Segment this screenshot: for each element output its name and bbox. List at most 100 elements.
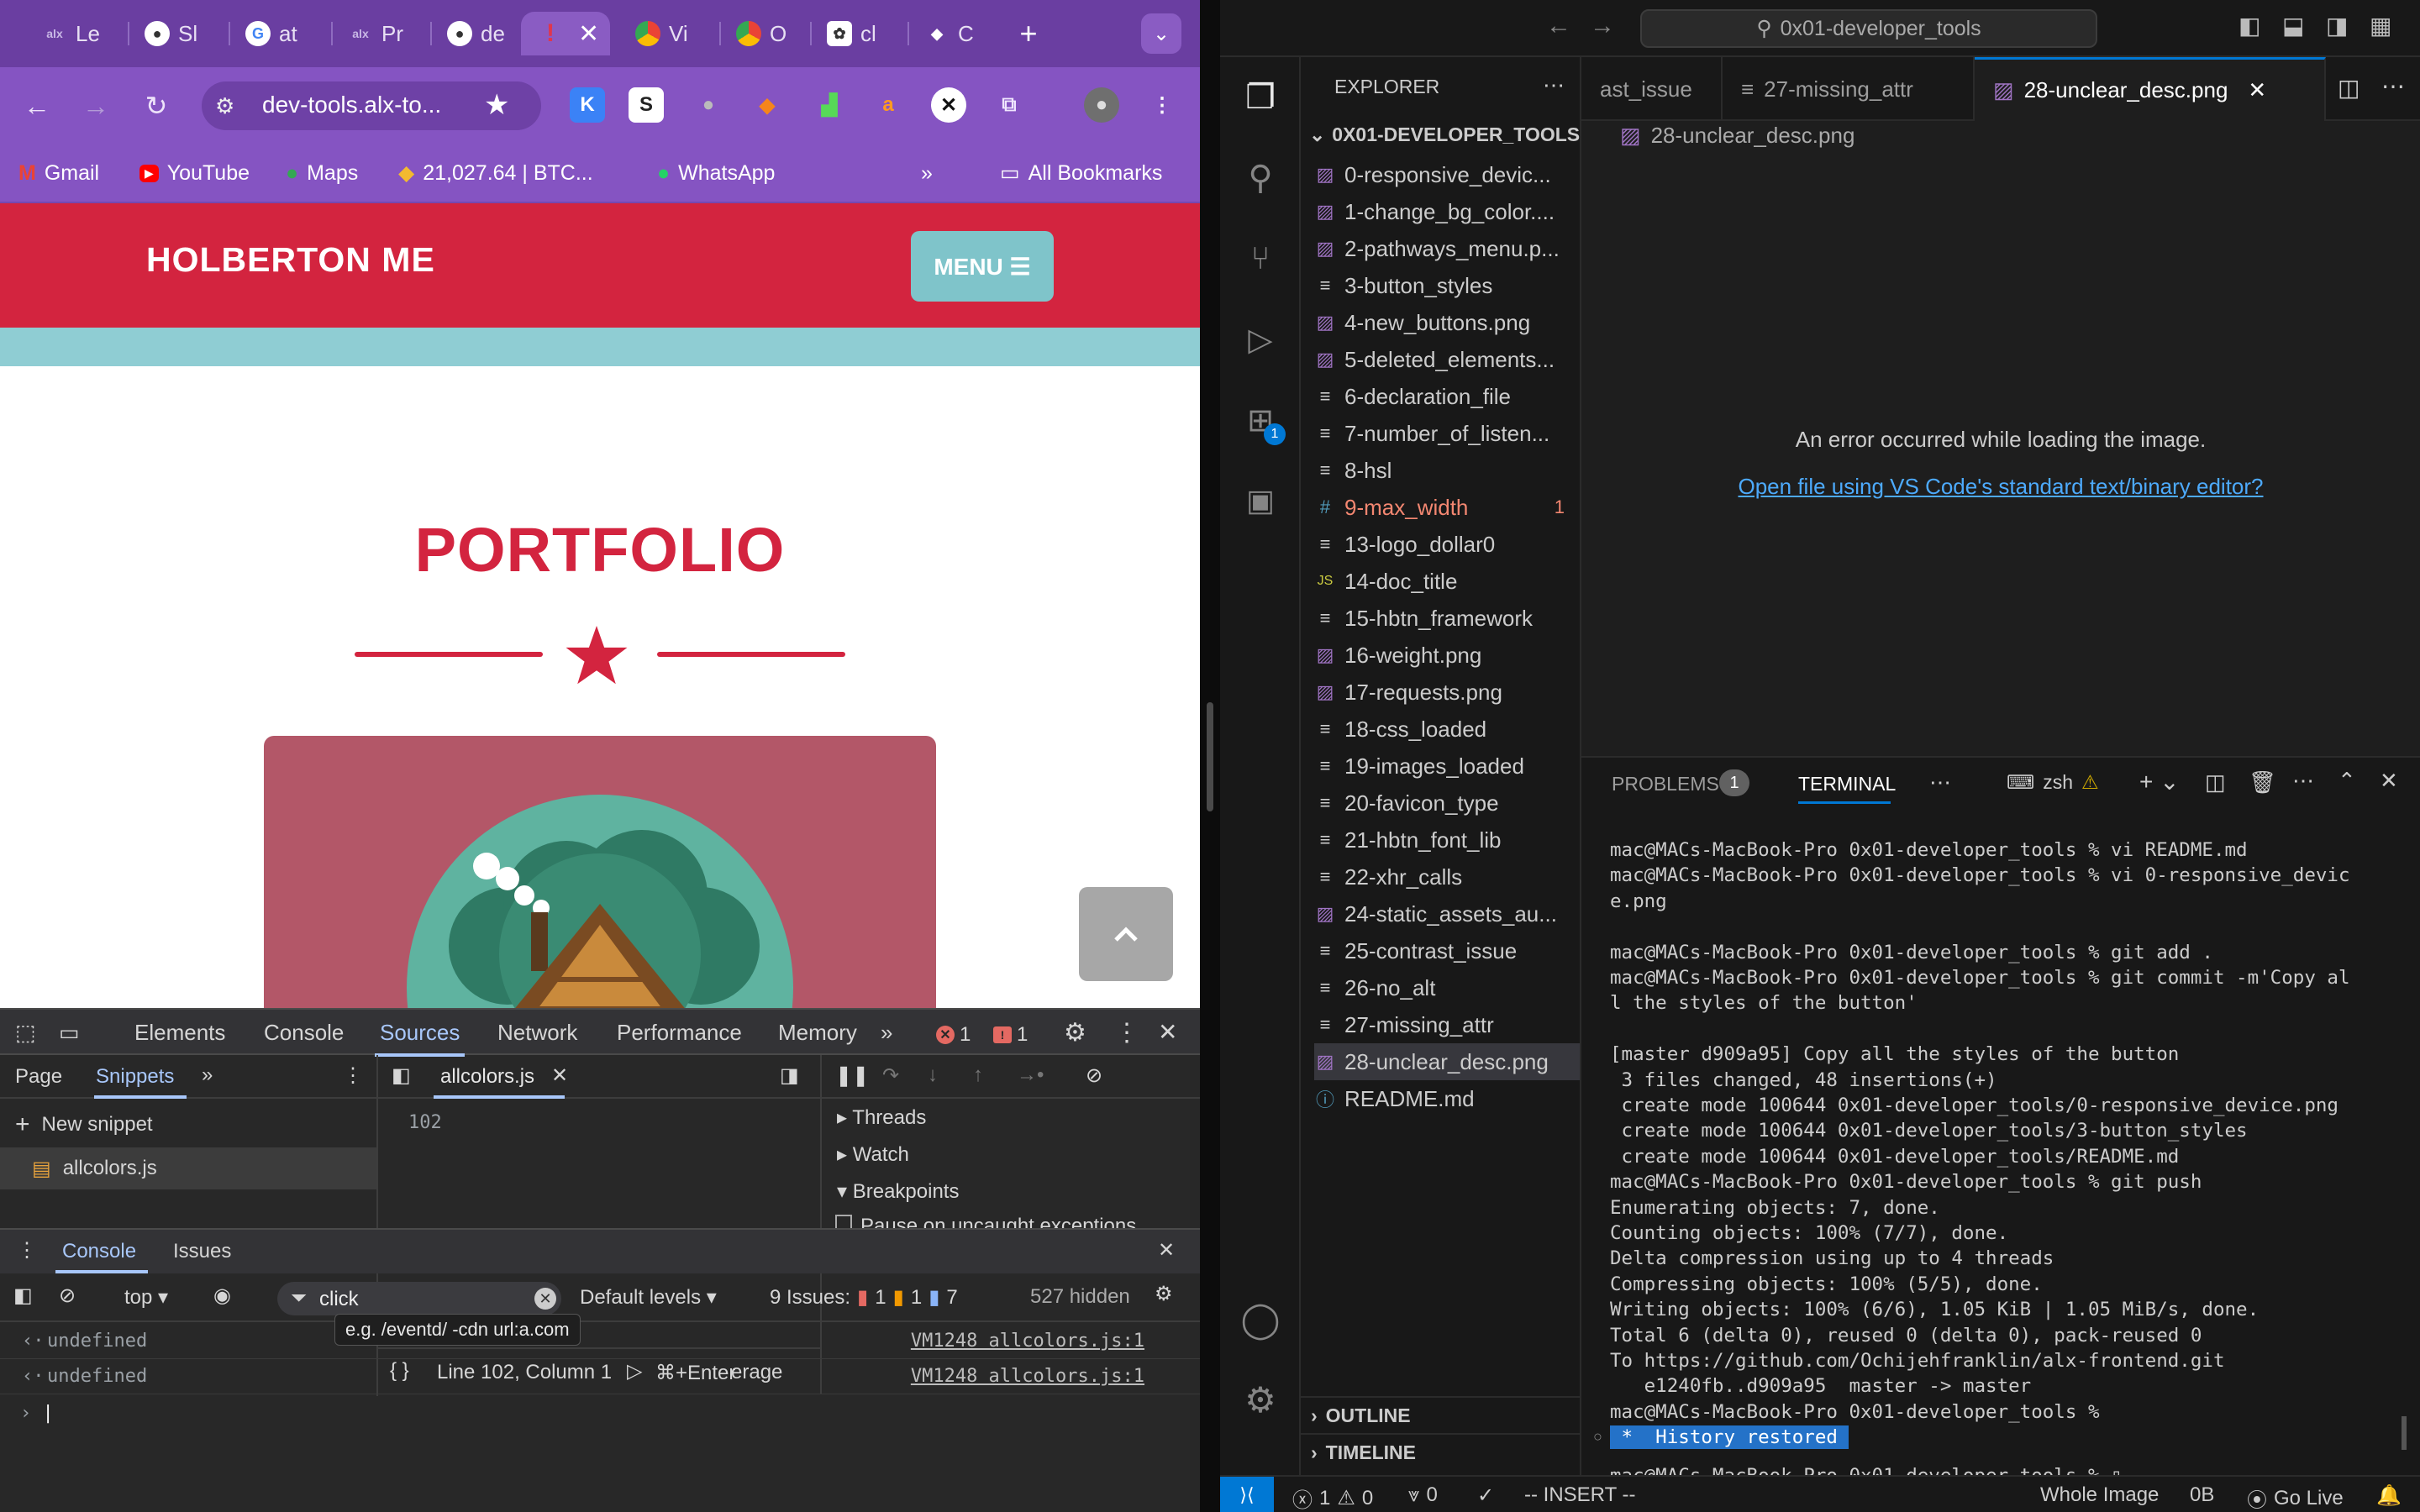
portfolio-card[interactable] [264,736,936,1008]
issue-badge[interactable]: ! 1 [993,1023,1028,1047]
more-actions-icon[interactable]: ⋯ [1543,72,1565,98]
file-item[interactable]: ≡ 19-images_loaded [1314,748,1580,785]
new-tab-icon[interactable]: + [1008,13,1049,54]
more-actions-icon[interactable]: ⋯ [2381,72,2405,100]
sidebar-toggle-icon[interactable]: ◧ [13,1284,33,1308]
menu-button[interactable]: MENU ☰ [911,231,1054,302]
browser-tab[interactable]: ◆ C [908,12,1000,55]
file-item[interactable]: ≡ 18-css_loaded [1314,711,1580,748]
step-over-icon[interactable]: ↷ [882,1063,899,1088]
split-editor-icon[interactable]: ◫ [2338,74,2360,102]
browser-tab[interactable]: ✿ cl [810,12,902,55]
kill-terminal-trash-icon[interactable]: 🗑 [2249,769,2276,795]
checkbox[interactable] [835,1215,852,1228]
tab-problems[interactable]: PROBLEMS [1612,773,1719,795]
file-item[interactable]: ≡ 26-no_alt [1314,969,1580,1006]
clear-filter-icon[interactable]: ✕ [534,1288,556,1310]
file-item[interactable]: ⓘ README.md [1314,1080,1580,1117]
more-bookmarks-icon[interactable]: » [921,157,933,189]
tab-console[interactable]: Console [264,1020,344,1046]
bookmark-whatsapp[interactable]: ● WhatsApp [657,157,775,189]
manage-gear-icon[interactable]: ⚙ [1237,1376,1284,1423]
explorer-icon[interactable]: ❐ [1237,74,1284,121]
pause-exceptions-row[interactable]: Pause on uncaught exceptions [835,1215,1197,1228]
bookmark-youtube[interactable]: ▶ YouTube [139,157,250,189]
file-item[interactable]: ▨ 24-static_assets_au... [1314,895,1580,932]
toggle-debugger-icon[interactable]: ◨ [780,1063,799,1088]
file-item[interactable]: ▨ 5-deleted_elements... [1314,341,1580,378]
file-item[interactable]: ≡ 13-logo_dollar0 [1314,526,1580,563]
command-center-search[interactable]: ⚲ 0x01-developer_tools [1640,9,2097,48]
log-source-link[interactable]: VM1248 allcolors.js:1 [911,1331,1144,1352]
more-tabs-icon[interactable]: » [881,1020,892,1046]
notifications-bell-icon[interactable]: 🔔 [2376,1483,2402,1508]
back-icon[interactable]: ← [17,86,57,126]
inspect-icon[interactable]: ⬚ [15,1020,36,1046]
toggle-secondary-sidebar-icon[interactable]: ◨ [2326,12,2348,39]
breakpoints-section[interactable]: ▾ Breakpoints [837,1179,959,1204]
browser-tab[interactable]: ● de [430,12,523,55]
kebab-menu-icon[interactable]: ⋮ [1144,87,1180,123]
drawer-menu-icon[interactable]: ⋮ [17,1238,37,1263]
close-drawer-icon[interactable]: ✕ [1158,1238,1175,1263]
remote-explorer-icon[interactable]: ▣ [1237,477,1284,524]
splitter-handle[interactable] [1207,702,1213,811]
search-icon[interactable]: ⚲ [1237,155,1284,202]
forward-icon[interactable]: → [1590,12,1615,40]
log-levels-select[interactable]: Default levels ▾ [580,1285,717,1310]
terminal-scrollbar[interactable] [2402,1416,2407,1450]
step-into-icon[interactable]: ↓ [928,1063,938,1087]
snippet-item[interactable]: ▤ allcolors.js [0,1147,378,1189]
file-item[interactable]: ▨ 1-change_bg_color.... [1314,193,1580,230]
file-item[interactable]: ▨ 28-unclear_desc.png [1314,1043,1580,1080]
x-extension-icon[interactable]: ✕ [931,87,966,123]
scroll-to-top-button[interactable] [1079,887,1173,981]
accounts-icon[interactable]: ◯ [1237,1295,1284,1342]
toggle-panel-icon[interactable]: ⬓ [2282,12,2304,39]
a-extension-icon[interactable]: a [871,87,906,123]
console-settings-gear-icon[interactable]: ⚙ [1155,1282,1173,1306]
more-actions-icon[interactable]: ⋯ [2292,768,2314,794]
editor-tab[interactable]: ≡ 27-missing_attr [1723,57,1975,121]
file-item[interactable]: ≡ 8-hsl [1314,452,1580,489]
drawer-tab-issues[interactable]: Issues [173,1240,231,1263]
outline-section[interactable]: › OUTLINE [1301,1396,1581,1433]
browser-tab[interactable]: Vi [618,12,711,55]
new-snippet-button[interactable]: + New snippet [15,1110,153,1139]
file-item[interactable]: ≡ 3-button_styles [1314,267,1580,304]
bookmark-maps[interactable]: ● Maps [286,157,358,189]
file-item[interactable]: ▨ 0-responsive_devic... [1314,156,1580,193]
timeline-section[interactable]: › TIMELINE [1301,1433,1581,1470]
site-info-icon[interactable]: ⚙ [215,93,234,119]
tab-performance[interactable]: Performance [617,1020,742,1046]
address-bar[interactable]: ⚙ dev-tools.alx-to... ★ [202,81,541,130]
console-prompt[interactable]: › | [20,1403,54,1424]
tab-page[interactable]: Page [15,1065,62,1089]
browser-tab[interactable]: alx Pr [331,12,424,55]
close-devtools-icon[interactable]: ✕ [1158,1018,1177,1046]
close-icon[interactable]: ✕ [2248,77,2266,103]
file-item[interactable]: ▨ 2-pathways_menu.p... [1314,230,1580,267]
live-expression-eye-icon[interactable]: ◉ [213,1284,231,1308]
file-item[interactable]: ≡ 21-hbtn_font_lib [1314,822,1580,858]
run-debug-icon[interactable]: ▷ [1237,316,1284,363]
bookmark-gmail[interactable]: M Gmail [18,157,99,189]
file-item[interactable]: ▨ 16-weight.png [1314,637,1580,674]
image-zoom-status[interactable]: Whole Image [2040,1483,2159,1507]
more-actions-icon[interactable]: ⋯ [1929,769,1951,795]
file-item[interactable]: ▨ 17-requests.png [1314,674,1580,711]
back-icon[interactable]: ← [1546,12,1571,40]
tab-memory[interactable]: Memory [778,1020,857,1046]
file-item[interactable]: JS 14-doc_title [1314,563,1580,600]
deactivate-breakpoints-icon[interactable]: ⊘ [1086,1063,1102,1088]
issues-counter[interactable]: 9 Issues: ▮ 1 ▮ 1 ▮ 7 [770,1285,958,1310]
close-icon[interactable]: ✕ [578,19,599,49]
ports-status[interactable]: ⩔ 0 [1408,1483,1438,1507]
editor-tab-allcolors[interactable]: allcolors.js [440,1065,534,1089]
editor-tab-active[interactable]: ▨ 28-unclear_desc.png ✕ [1975,57,2326,121]
new-terminal-icon[interactable]: + ⌄ [2139,768,2180,795]
tab-elements[interactable]: Elements [134,1020,225,1046]
bug-extension-icon[interactable]: ● [691,87,726,123]
more-tabs-icon[interactable]: » [202,1063,213,1087]
file-item[interactable]: ≡ 20-favicon_type [1314,785,1580,822]
